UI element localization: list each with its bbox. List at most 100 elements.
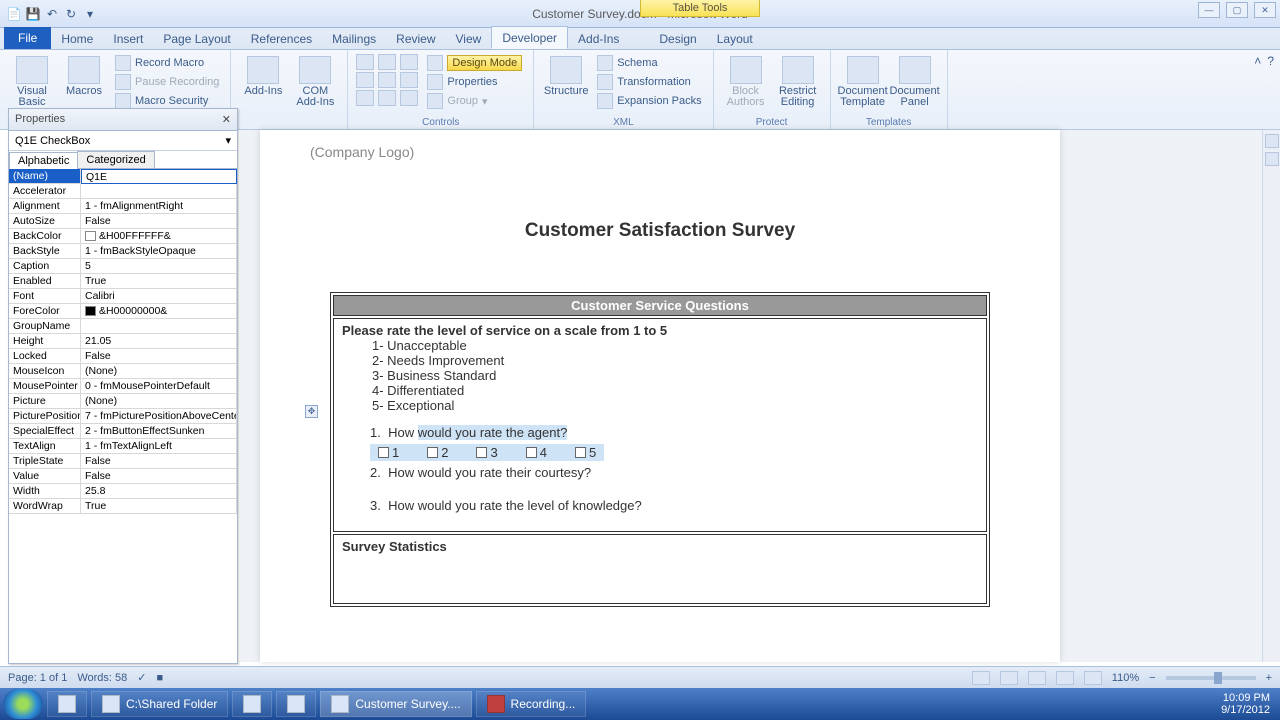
com-addins-button[interactable]: COM Add-Ins [291,54,339,110]
prop-value[interactable]: 1 - fmAlignmentRight [81,199,237,214]
tab-developer[interactable]: Developer [491,26,568,49]
tab-mailings[interactable]: Mailings [322,28,386,49]
prop-key[interactable]: Value [9,469,81,484]
prop-key[interactable]: BackStyle [9,244,81,259]
prop-key[interactable]: MousePointer [9,379,81,394]
prop-key[interactable]: Font [9,289,81,304]
prop-key[interactable]: Accelerator [9,184,81,199]
close-button[interactable]: ✕ [1254,2,1276,18]
prop-key[interactable]: Width [9,484,81,499]
start-button[interactable] [3,689,43,719]
spellcheck-icon[interactable]: ✓ [137,671,146,684]
tab-layout[interactable]: Layout [707,28,763,49]
checkbox-5[interactable]: 5 [575,445,596,460]
checkbox-3[interactable]: 3 [476,445,497,460]
taskbar-app[interactable] [276,691,316,717]
tab-file[interactable]: File [4,27,51,49]
save-icon[interactable]: 💾 [25,6,41,22]
minimize-button[interactable]: — [1198,2,1220,18]
prop-key[interactable]: GroupName [9,319,81,334]
tab-home[interactable]: Home [51,28,103,49]
taskbar-ie[interactable] [47,691,87,717]
prop-value[interactable]: (None) [81,394,237,409]
prop-key[interactable]: SpecialEffect [9,424,81,439]
gutter-icon[interactable] [1265,134,1279,148]
document-template-button[interactable]: Document Template [839,54,887,110]
prop-value[interactable]: Q1E [81,169,237,184]
prop-value[interactable]: False [81,454,237,469]
macros-button[interactable]: Macros [60,54,108,99]
maximize-button[interactable]: ▢ [1226,2,1248,18]
view-print-layout[interactable] [972,671,990,685]
view-full-screen[interactable] [1000,671,1018,685]
prop-key[interactable]: ForeColor [9,304,81,319]
taskbar-explorer[interactable]: C:\Shared Folder [91,691,228,717]
qat-more-icon[interactable]: ▾ [82,6,98,22]
prop-value[interactable]: True [81,274,237,289]
properties-close-icon[interactable]: ✕ [222,113,231,126]
zoom-level[interactable]: 110% [1112,672,1139,684]
prop-key[interactable]: WordWrap [9,499,81,514]
system-tray[interactable]: 10:09 PM 9/17/2012 [1211,690,1280,718]
prop-key[interactable]: Alignment [9,199,81,214]
prop-value[interactable]: &H00000000& [81,304,237,319]
tab-review[interactable]: Review [386,28,445,49]
properties-grid[interactable]: (Name)Q1EAcceleratorAlignment1 - fmAlign… [9,169,237,514]
taskbar-media[interactable] [232,691,272,717]
minimize-ribbon-icon[interactable]: ˄ [1254,54,1261,68]
expansion-packs-button[interactable]: Expansion Packs [594,92,704,110]
visual-basic-button[interactable]: Visual Basic [8,54,56,110]
view-draft[interactable] [1084,671,1102,685]
zoom-slider[interactable] [1166,676,1256,680]
prop-value[interactable]: 5 [81,259,237,274]
checkbox-4[interactable]: 4 [526,445,547,460]
tab-references[interactable]: References [241,28,322,49]
prop-key[interactable]: AutoSize [9,214,81,229]
zoom-in-button[interactable]: + [1266,672,1272,684]
prop-key[interactable]: Enabled [9,274,81,289]
properties-object-selector[interactable]: Q1E CheckBox▾ [9,131,237,151]
controls-gallery[interactable] [356,54,420,106]
gutter-icon[interactable] [1265,152,1279,166]
prop-value[interactable]: 21.05 [81,334,237,349]
tab-view[interactable]: View [446,28,492,49]
prop-key[interactable]: MouseIcon [9,364,81,379]
prop-value[interactable]: 1 - fmBackStyleOpaque [81,244,237,259]
prop-value[interactable]: Calibri [81,289,237,304]
document-page[interactable]: (Company Logo) Customer Satisfaction Sur… [260,130,1060,662]
prop-value[interactable] [81,184,237,199]
properties-title[interactable]: Properties ✕ [9,109,237,131]
view-web-layout[interactable] [1028,671,1046,685]
prop-key[interactable]: TripleState [9,454,81,469]
prop-value[interactable] [81,319,237,334]
prop-value[interactable]: True [81,499,237,514]
prop-value[interactable]: 7 - fmPicturePositionAboveCenter [81,409,237,424]
properties-button[interactable]: Properties [424,73,525,91]
checkbox-1[interactable]: 1 [378,445,399,460]
help-icon[interactable]: ? [1267,54,1274,68]
addins-button[interactable]: Add-Ins [239,54,287,99]
redo-icon[interactable]: ↻ [63,6,79,22]
transformation-button[interactable]: Transformation [594,73,704,91]
prop-value[interactable]: 0 - fmMousePointerDefault [81,379,237,394]
prop-value[interactable]: 25.8 [81,484,237,499]
taskbar-word[interactable]: Customer Survey.... [320,691,471,717]
table-move-handle[interactable]: ✥ [305,405,318,418]
page-indicator[interactable]: Page: 1 of 1 [8,672,67,684]
prop-value[interactable]: &H00FFFFFF& [81,229,237,244]
prop-key[interactable]: Height [9,334,81,349]
prop-key[interactable]: Locked [9,349,81,364]
macro-recording-icon[interactable]: ■ [156,672,163,684]
prop-key[interactable]: Picture [9,394,81,409]
prop-value[interactable]: 2 - fmButtonEffectSunken [81,424,237,439]
record-macro-button[interactable]: Record Macro [112,54,222,72]
tab-page-layout[interactable]: Page Layout [153,28,240,49]
tab-add-ins[interactable]: Add-Ins [568,28,629,49]
zoom-out-button[interactable]: − [1149,672,1155,684]
prop-key[interactable]: Caption [9,259,81,274]
tab-insert[interactable]: Insert [103,28,153,49]
structure-button[interactable]: Structure [542,54,590,99]
view-outline[interactable] [1056,671,1074,685]
prop-value[interactable]: 1 - fmTextAlignLeft [81,439,237,454]
restrict-editing-button[interactable]: Restrict Editing [774,54,822,110]
